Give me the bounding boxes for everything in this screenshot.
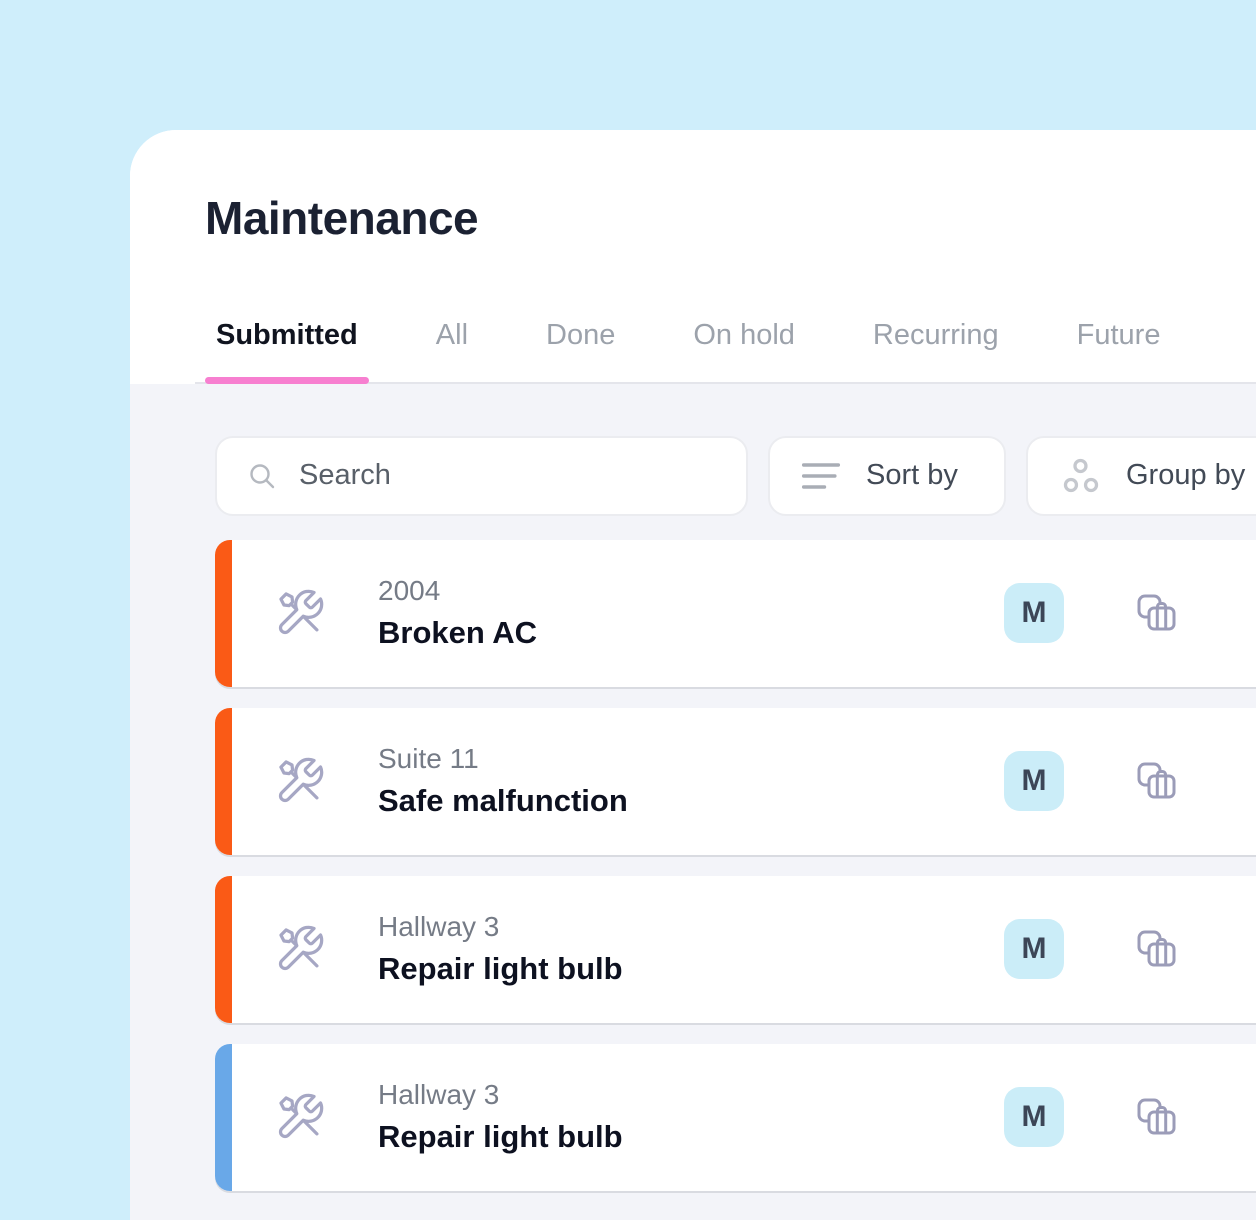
group-circles-icon xyxy=(1062,457,1100,495)
maintenance-item[interactable]: Hallway 3 Repair light bulb M xyxy=(215,876,1256,1023)
item-title: Repair light bulb xyxy=(378,951,623,987)
active-tab-underline xyxy=(205,377,369,384)
assignee-badge: M xyxy=(1004,1087,1064,1147)
maintenance-item[interactable]: Hallway 3 Repair light bulb M xyxy=(215,1044,1256,1191)
search-input[interactable] xyxy=(299,459,699,492)
item-text: Hallway 3 Repair light bulb xyxy=(378,911,623,987)
panel-header: Maintenance Submitted All Done On hold R… xyxy=(130,130,1256,384)
assignee-badge: M xyxy=(1004,583,1064,643)
maintenance-list: 2004 Broken AC M xyxy=(215,540,1256,1191)
item-location: 2004 xyxy=(378,575,537,607)
item-text: Hallway 3 Repair light bulb xyxy=(378,1079,623,1155)
tab-label: Submitted xyxy=(216,319,358,351)
item-title: Broken AC xyxy=(378,615,537,651)
tab-recurring[interactable]: Recurring xyxy=(862,319,1010,382)
wrench-screwdriver-icon xyxy=(274,755,326,807)
sort-by-label: Sort by xyxy=(866,459,958,492)
page-background: Maintenance Submitted All Done On hold R… xyxy=(0,0,1256,1220)
status-color-bar xyxy=(215,540,232,687)
search-icon xyxy=(247,461,277,491)
tab-label: Done xyxy=(546,319,615,351)
search-box[interactable] xyxy=(215,436,748,516)
status-color-bar xyxy=(215,876,232,1023)
tab-label: All xyxy=(436,319,468,351)
wrench-screwdriver-icon xyxy=(274,1091,326,1143)
tab-label: Recurring xyxy=(873,319,999,351)
sort-lines-icon xyxy=(800,461,842,491)
wrench-screwdriver-icon xyxy=(274,923,326,975)
assignee-badge: M xyxy=(1004,919,1064,979)
unit-stack-icon[interactable] xyxy=(1132,925,1180,973)
item-text: 2004 Broken AC xyxy=(378,575,537,651)
tab-future[interactable]: Future xyxy=(1066,319,1172,382)
item-title: Repair light bulb xyxy=(378,1119,623,1155)
status-color-bar xyxy=(215,1044,232,1191)
tab-on-hold[interactable]: On hold xyxy=(682,319,806,382)
item-text: Suite 11 Safe malfunction xyxy=(378,743,628,819)
status-color-bar xyxy=(215,708,232,855)
maintenance-item[interactable]: 2004 Broken AC M xyxy=(215,540,1256,687)
unit-stack-icon[interactable] xyxy=(1132,1093,1180,1141)
maintenance-item[interactable]: Suite 11 Safe malfunction M xyxy=(215,708,1256,855)
group-by-button[interactable]: Group by xyxy=(1026,436,1256,516)
item-location: Suite 11 xyxy=(378,743,628,775)
toolbar: Sort by Group by xyxy=(215,436,1256,516)
item-title: Safe malfunction xyxy=(378,783,628,819)
tab-submitted[interactable]: Submitted xyxy=(205,319,369,382)
tab-bar: Submitted All Done On hold Recurring Fut… xyxy=(195,319,1256,384)
page-title: Maintenance xyxy=(205,192,1256,245)
sort-by-button[interactable]: Sort by xyxy=(768,436,1006,516)
item-location: Hallway 3 xyxy=(378,1079,623,1111)
unit-stack-icon[interactable] xyxy=(1132,757,1180,805)
tab-label: On hold xyxy=(693,319,795,351)
tab-done[interactable]: Done xyxy=(535,319,626,382)
unit-stack-icon[interactable] xyxy=(1132,589,1180,637)
maintenance-panel: Maintenance Submitted All Done On hold R… xyxy=(130,130,1256,1220)
item-location: Hallway 3 xyxy=(378,911,623,943)
wrench-screwdriver-icon xyxy=(274,587,326,639)
list-content-area: Sort by Group by xyxy=(130,384,1256,1220)
group-by-label: Group by xyxy=(1126,459,1245,492)
assignee-badge: M xyxy=(1004,751,1064,811)
tab-label: Future xyxy=(1077,319,1161,351)
tab-all[interactable]: All xyxy=(425,319,479,382)
